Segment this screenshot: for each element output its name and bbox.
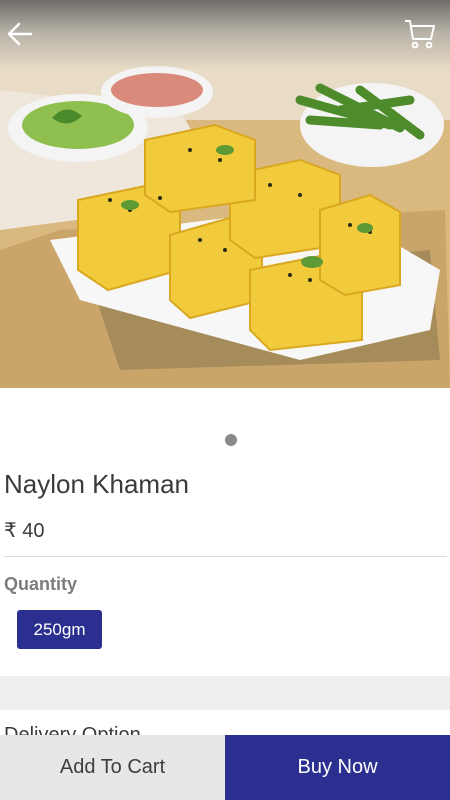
cart-icon <box>405 20 435 49</box>
quantity-option-chip[interactable]: 250gm <box>17 610 102 649</box>
back-button[interactable] <box>0 14 40 54</box>
buy-now-button[interactable]: Buy Now <box>225 735 450 800</box>
product-title: Naylon Khaman <box>4 469 189 499</box>
bottom-action-bar: Add To Cart Buy Now <box>0 735 450 800</box>
cart-button[interactable] <box>400 14 440 54</box>
quantity-label: Quantity <box>4 574 78 594</box>
divider <box>4 556 447 557</box>
carousel-indicator-dot <box>225 434 237 446</box>
arrow-left-icon <box>7 22 33 46</box>
add-to-cart-button[interactable]: Add To Cart <box>0 735 225 800</box>
section-separator <box>0 676 450 710</box>
product-price: ₹ 40 <box>4 520 45 542</box>
top-app-bar <box>0 0 450 70</box>
